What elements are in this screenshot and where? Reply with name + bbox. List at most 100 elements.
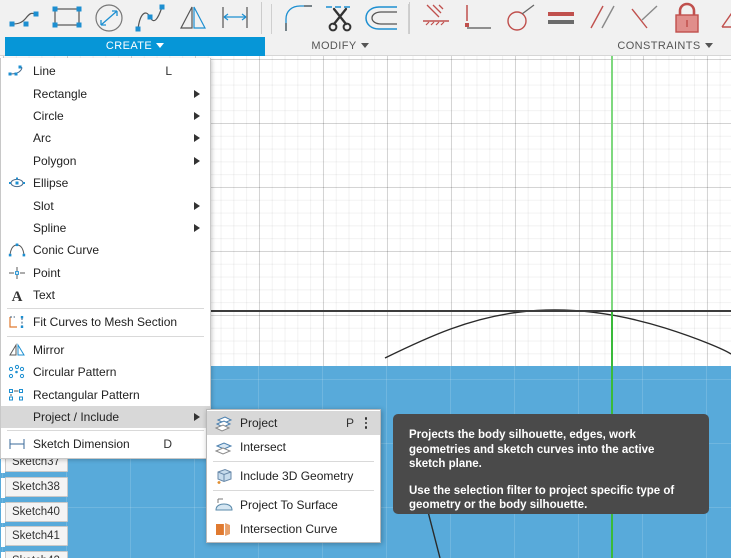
intersect-icon	[212, 438, 236, 456]
menu-item-fit-curves-to-mesh-section[interactable]: Fit Curves to Mesh Section	[1, 311, 210, 333]
menu-item-slot[interactable]: Slot	[1, 194, 210, 216]
toolbar-separator-1	[261, 2, 262, 34]
menu-icon-placeholder	[5, 219, 29, 237]
submenu-item-include-3d-geometry[interactable]: Include 3D Geometry	[207, 464, 380, 488]
submenu-item-project-to-surface[interactable]: Project To Surface	[207, 493, 380, 517]
submenu-item-label: Project	[240, 416, 278, 430]
submenu-separator	[213, 490, 374, 491]
sketch-tab-label: Sketch38	[12, 481, 60, 493]
equal-constraint-icon[interactable]	[541, 0, 583, 36]
menu-item-polygon[interactable]: Polygon	[1, 150, 210, 172]
more-options-icon[interactable]	[360, 416, 372, 430]
menu-icon-placeholder	[5, 129, 29, 147]
chevron-right-icon	[194, 111, 200, 120]
menu-item-label: Text	[33, 288, 56, 303]
line-tool-icon[interactable]	[4, 0, 46, 36]
submenu-item-intersection-curve[interactable]: Intersection Curve	[207, 517, 380, 541]
menu-item-label: Polygon	[33, 153, 77, 168]
menu-icon-placeholder	[5, 107, 29, 125]
menu-item-rectangle[interactable]: Rectangle	[1, 82, 210, 104]
sketch-dimension-tool-icon[interactable]	[214, 0, 256, 36]
menu-item-label: Slot	[33, 198, 54, 213]
menu-item-mirror[interactable]: Mirror	[1, 339, 210, 361]
chevron-right-icon	[194, 156, 200, 165]
sketch-dimension-icon	[5, 435, 29, 453]
toolbar-divider-create-modify	[271, 4, 272, 34]
menu-item-ellipse[interactable]: Ellipse	[1, 172, 210, 194]
midpoint-constraint-icon[interactable]	[625, 0, 667, 36]
sketch-tab-label: Sketch40	[12, 506, 60, 518]
chevron-right-icon	[194, 223, 200, 232]
menu-item-rectangular-pattern[interactable]: Rectangular Pattern	[1, 383, 210, 405]
chevron-right-icon	[194, 89, 200, 98]
menu-item-label: Arc	[33, 131, 51, 146]
conic-curve-icon	[5, 241, 29, 259]
text-icon: A	[5, 286, 29, 305]
create-dropdown-menu: Line L Rectangle Circle Arc Polygon Elli…	[0, 58, 211, 459]
chevron-down-icon	[156, 43, 165, 49]
chevron-right-icon	[194, 201, 200, 210]
coincident-constraint-icon[interactable]	[415, 0, 457, 36]
angle-constraint-icon[interactable]	[709, 0, 731, 36]
menu-item-label: Fit Curves to Mesh Section	[33, 315, 178, 330]
menu-item-line[interactable]: Line L	[1, 60, 210, 82]
panel-label-create-text: CREATE	[105, 40, 153, 52]
sketch-tab[interactable]: Sketch40	[1, 502, 68, 523]
menu-item-label: Conic Curve	[33, 243, 100, 258]
rectangle-tool-icon[interactable]	[46, 0, 88, 36]
spline-tool-icon[interactable]	[130, 0, 172, 36]
menu-icon-placeholder	[5, 197, 29, 215]
trim-scissors-icon[interactable]	[320, 0, 362, 36]
point-icon	[5, 264, 29, 282]
menu-item-arc[interactable]: Arc	[1, 127, 210, 149]
fillet-tool-icon[interactable]	[278, 0, 320, 36]
perpendicular-constraint-icon[interactable]	[457, 0, 499, 36]
menu-item-spline[interactable]: Spline	[1, 217, 210, 239]
tooltip-paragraph-2: Use the selection filter to project spec…	[409, 484, 675, 512]
menu-item-label: Point	[33, 265, 61, 280]
parallel-constraint-icon[interactable]	[583, 0, 625, 36]
create-tool-group	[4, 0, 267, 36]
menu-item-label: Project / Include	[33, 410, 120, 425]
menu-item-label: Rectangle	[33, 86, 88, 101]
project-tooltip: Projects the body silhouette, edges, wor…	[393, 414, 709, 514]
menu-item-label: Circle	[33, 108, 64, 123]
submenu-separator	[213, 461, 374, 462]
menu-item-label: Spline	[33, 220, 67, 235]
menu-item-project-include[interactable]: Project / Include	[1, 405, 210, 429]
menu-item-shortcut: L	[165, 64, 172, 79]
menu-icon-placeholder	[5, 152, 29, 170]
menu-item-label: Mirror	[33, 342, 65, 357]
submenu-item-label: Intersection Curve	[240, 522, 338, 536]
panel-label-constraints[interactable]: CONSTRAINTS	[600, 37, 730, 56]
panel-label-constraints-text: CONSTRAINTS	[617, 40, 701, 52]
menu-item-circular-pattern[interactable]: Circular Pattern	[1, 361, 210, 383]
constraints-tool-group	[415, 0, 731, 36]
project-to-surface-icon	[212, 496, 236, 514]
toolbar-separator-2	[409, 2, 410, 34]
submenu-item-intersect[interactable]: Intersect	[207, 435, 380, 459]
submenu-item-label: Include 3D Geometry	[240, 469, 354, 483]
tangent-constraint-icon[interactable]	[499, 0, 541, 36]
offset-tool-icon[interactable]	[362, 0, 404, 36]
menu-item-conic-curve[interactable]: Conic Curve	[1, 239, 210, 261]
modify-tool-group	[278, 0, 415, 36]
menu-item-point[interactable]: Point	[1, 262, 210, 284]
sketch-tab[interactable]: Sketch41	[1, 526, 68, 547]
line-icon	[5, 62, 29, 80]
panel-label-modify[interactable]: MODIFY	[280, 37, 400, 56]
sketch-tab[interactable]: Sketch42	[1, 551, 68, 558]
panel-label-modify-text: MODIFY	[311, 40, 357, 52]
submenu-item-project[interactable]: Project P	[207, 411, 380, 435]
menu-item-text[interactable]: A Text	[1, 284, 210, 306]
menu-item-circle[interactable]: Circle	[1, 105, 210, 127]
circle-tool-icon[interactable]	[88, 0, 130, 36]
menu-item-sketch-dimension[interactable]: Sketch Dimension D	[1, 433, 210, 455]
menu-icon-placeholder	[5, 85, 29, 103]
fit-curves-mesh-icon	[5, 313, 29, 331]
fix-unfix-lock-icon[interactable]	[667, 0, 709, 36]
sketch-tab[interactable]: Sketch38	[1, 477, 68, 498]
chevron-right-icon	[194, 413, 200, 422]
panel-label-create[interactable]: CREATE	[5, 37, 265, 56]
mirror-tool-icon[interactable]	[172, 0, 214, 36]
